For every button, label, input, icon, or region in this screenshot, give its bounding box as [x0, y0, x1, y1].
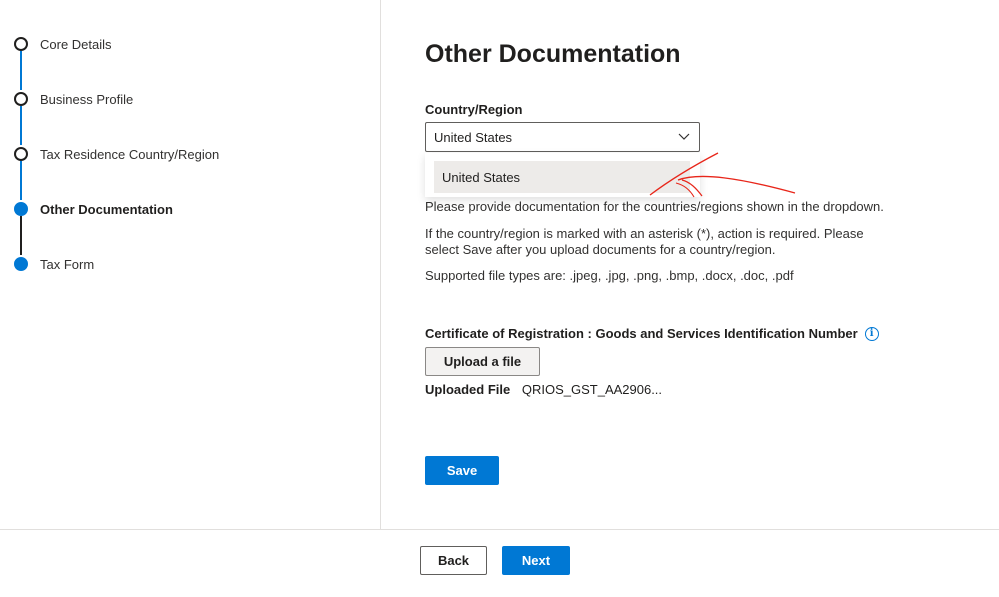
uploaded-file-name: QRIOS_GST_AA2906...	[521, 382, 663, 397]
info-icon[interactable]: i	[864, 326, 879, 341]
step-business-profile[interactable]: Business Profile	[14, 90, 133, 108]
instruction-line: select Save after you upload documents f…	[425, 242, 776, 257]
uploaded-file-label: Uploaded File	[425, 382, 511, 397]
step-label: Tax Residence Country/Region	[40, 146, 220, 162]
progress-stepper: Core Details Business Profile Tax Reside…	[0, 0, 381, 529]
step-complete-icon	[14, 92, 28, 106]
footer-divider	[0, 529, 999, 530]
step-tax-form[interactable]: Tax Form	[14, 255, 94, 273]
country-dropdown-list: United States	[425, 153, 700, 197]
back-button[interactable]: Back	[420, 546, 487, 575]
certificate-label: Certificate of Registration : Goods and …	[425, 326, 858, 341]
country-region-select[interactable]: United States	[425, 122, 700, 152]
step-label: Business Profile	[40, 91, 134, 107]
step-connector	[20, 216, 22, 255]
certificate-heading: Certificate of Registration : Goods and …	[425, 326, 879, 341]
step-connector	[20, 106, 22, 145]
country-region-label: Country/Region	[425, 102, 523, 117]
next-button[interactable]: Next	[502, 546, 570, 575]
chevron-down-icon	[678, 133, 690, 140]
step-upcoming-icon	[14, 257, 28, 271]
step-other-documentation[interactable]: Other Documentation	[14, 200, 173, 218]
step-connector	[20, 161, 22, 200]
step-tax-residence[interactable]: Tax Residence Country/Region	[14, 145, 219, 163]
step-complete-icon	[14, 147, 28, 161]
dropdown-option-united-states[interactable]: United States	[434, 161, 690, 193]
save-button[interactable]: Save	[425, 456, 499, 485]
instruction-text: If the country/region is marked with an …	[425, 226, 864, 258]
step-current-icon	[14, 202, 28, 216]
page-title: Other Documentation	[425, 40, 681, 68]
supported-file-types: Supported file types are: .jpeg, .jpg, .…	[425, 268, 794, 283]
step-label: Tax Form	[40, 256, 95, 272]
instruction-line: If the country/region is marked with an …	[425, 226, 864, 241]
upload-file-button[interactable]: Upload a file	[425, 347, 540, 376]
instruction-text: Please provide documentation for the cou…	[425, 199, 884, 214]
step-connector	[20, 51, 22, 90]
step-label: Core Details	[40, 36, 112, 52]
step-label: Other Documentation	[40, 201, 173, 217]
select-value: United States	[434, 129, 513, 145]
uploaded-file-row: Uploaded File QRIOS_GST_AA2906...	[425, 382, 662, 397]
step-complete-icon	[14, 37, 28, 51]
step-core-details[interactable]: Core Details	[14, 35, 112, 53]
